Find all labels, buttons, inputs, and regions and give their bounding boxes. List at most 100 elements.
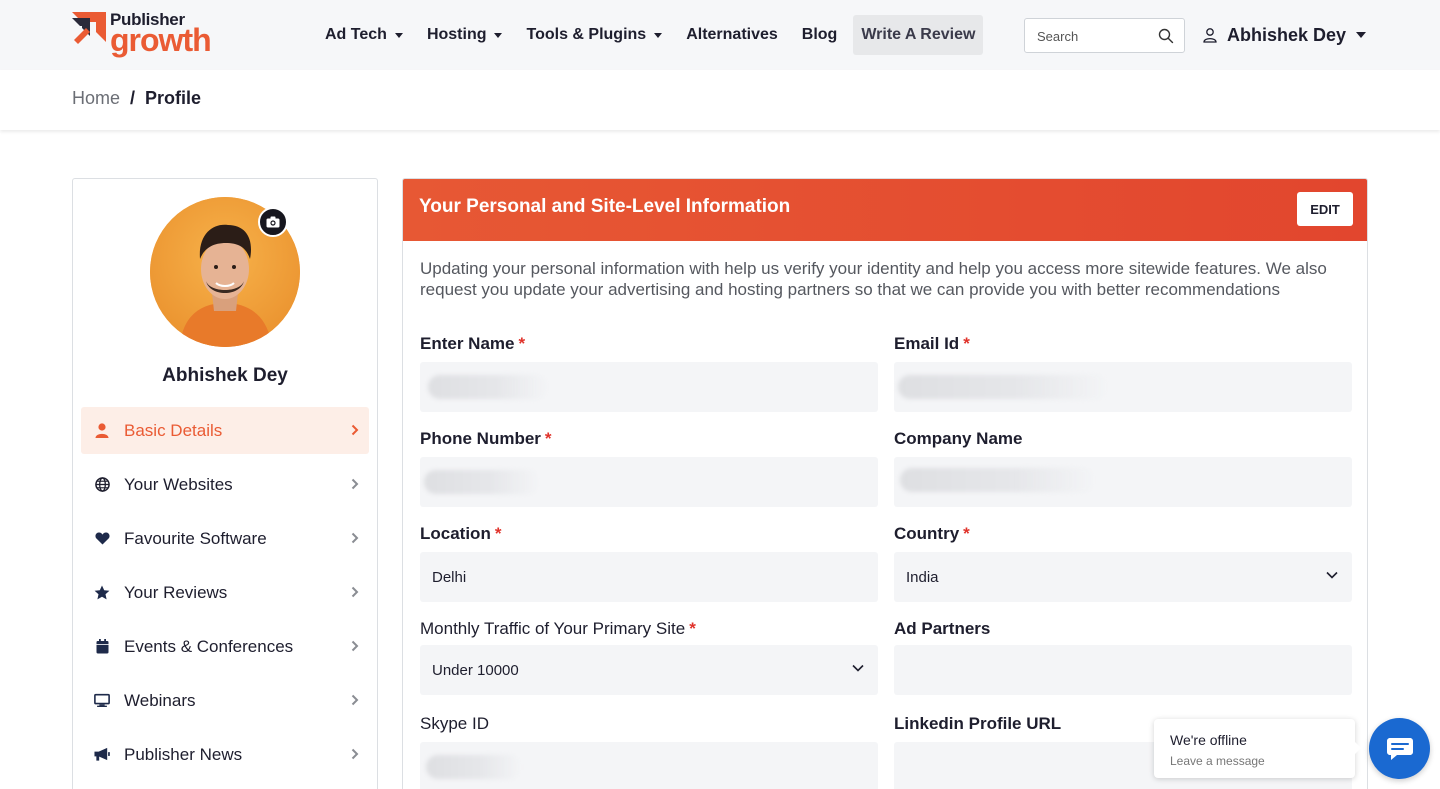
edit-button[interactable]: EDIT: [1297, 192, 1353, 226]
search-box: [1024, 18, 1185, 53]
star-icon: [94, 585, 110, 601]
search-input[interactable]: [1037, 27, 1149, 45]
nav-tools-plugins[interactable]: Tools & Plugins: [514, 15, 674, 55]
required-marker: *: [518, 334, 526, 353]
logo-arrow-icon: [72, 12, 106, 44]
caret-down-icon: [654, 32, 663, 38]
redacted-value: [424, 470, 539, 494]
nav-alternatives[interactable]: Alternatives: [674, 15, 790, 55]
required-marker: *: [963, 334, 970, 353]
required-marker: *: [494, 524, 502, 543]
breadcrumb-separator: /: [130, 88, 136, 108]
sidebar-item-label: Webinars: [124, 690, 196, 710]
chevron-right-icon: [351, 424, 359, 436]
required-marker: *: [963, 524, 970, 543]
phone-label-text: Phone Number: [420, 429, 541, 448]
breadcrumb-bar: Home / Profile: [0, 70, 1440, 130]
sidebar-item-label: Favourite Software: [124, 528, 267, 548]
name-input[interactable]: [420, 362, 878, 412]
name-field-label: Enter Name *: [420, 334, 525, 354]
breadcrumb-home-link[interactable]: Home: [72, 88, 120, 109]
nav-blog-label: Blog: [801, 26, 838, 43]
chevron-down-icon: [852, 664, 864, 672]
redacted-value: [900, 468, 1095, 492]
redacted-value: [898, 375, 1108, 399]
user-icon: [1203, 28, 1217, 43]
search-icon[interactable]: [1158, 28, 1174, 44]
user-icon: [94, 423, 110, 439]
sidebar-menu: Basic Details Your Websites Favourite So…: [81, 407, 369, 785]
redacted-value: [426, 755, 521, 779]
name-label-text: Enter Name: [420, 334, 515, 353]
chat-icon: [1386, 737, 1413, 760]
heart-icon: [94, 531, 110, 547]
country-field-label: Country *: [894, 524, 970, 544]
nav-ad-tech[interactable]: Ad Tech: [313, 15, 415, 55]
nav-blog[interactable]: Blog: [790, 15, 850, 55]
panel-header: Your Personal and Site-Level Information…: [403, 179, 1367, 241]
email-field-label: Email Id *: [894, 334, 970, 354]
chevron-down-icon: [1326, 571, 1338, 579]
nav-alternatives-label: Alternatives: [686, 26, 778, 43]
skype-input[interactable]: [420, 742, 878, 789]
chat-offline-bubble[interactable]: We're offline Leave a message: [1154, 719, 1361, 778]
sidebar-item-webinars[interactable]: Webinars: [81, 677, 369, 724]
sidebar-item-label: Your Reviews: [124, 582, 228, 602]
location-field-label: Location *: [420, 524, 501, 544]
globe-icon: [94, 477, 110, 493]
company-input[interactable]: [894, 457, 1352, 507]
chevron-right-icon: [351, 586, 359, 598]
sidebar-item-events-conferences[interactable]: Events & Conferences: [81, 623, 369, 670]
caret-down-icon: [494, 32, 503, 38]
avatar-container: [150, 197, 302, 349]
redacted-value: [428, 375, 548, 399]
traffic-select[interactable]: Under 10000: [420, 645, 878, 695]
linkedin-label-text: Linkedin Profile URL: [894, 714, 1062, 733]
chevron-right-icon: [351, 478, 359, 490]
write-review-label: Write A Review: [861, 26, 976, 43]
chevron-right-icon: [351, 748, 359, 760]
personal-info-panel: Your Personal and Site-Level Information…: [402, 178, 1368, 789]
panel-title: Your Personal and Site-Level Information: [419, 196, 791, 217]
location-value: Delhi: [432, 568, 467, 586]
user-name: Abhishek Dey: [1227, 24, 1347, 45]
country-value: India: [906, 568, 939, 586]
sidebar-item-label: Publisher News: [124, 744, 243, 764]
profile-name: Abhishek Dey: [162, 365, 288, 386]
write-review-button[interactable]: Write A Review: [853, 15, 984, 55]
megaphone-icon: [94, 747, 110, 763]
country-select[interactable]: India: [894, 552, 1352, 602]
caret-down-icon: [1356, 32, 1367, 38]
top-navbar: Publisher growth Ad Tech Hosting Tools &…: [0, 0, 1440, 70]
traffic-label-text: Monthly Traffic of Your Primary Site: [420, 619, 686, 638]
traffic-value: Under 10000: [432, 661, 519, 679]
nav-hosting[interactable]: Hosting: [415, 15, 515, 55]
sidebar-item-basic-details[interactable]: Basic Details: [81, 407, 369, 454]
email-input[interactable]: [894, 362, 1352, 412]
panel-description: Updating your personal information with …: [420, 259, 1327, 299]
ad-partners-input[interactable]: [894, 645, 1352, 695]
ad-partners-label-text: Ad Partners: [894, 619, 991, 638]
location-input[interactable]: Delhi: [420, 552, 878, 602]
nav-tools-plugins-label: Tools & Plugins: [526, 26, 647, 43]
chat-launcher-button[interactable]: [1369, 718, 1430, 779]
sidebar-item-favourite-software[interactable]: Favourite Software: [81, 515, 369, 562]
publisher-growth-logo[interactable]: Publisher growth: [72, 10, 232, 60]
chat-leave-message: Leave a message: [1170, 754, 1265, 768]
phone-input[interactable]: [420, 457, 878, 507]
chevron-right-icon: [351, 532, 359, 544]
sidebar-item-your-websites[interactable]: Your Websites: [81, 461, 369, 508]
sidebar-item-publisher-news[interactable]: Publisher News: [81, 731, 369, 778]
chat-status: We're offline: [1170, 732, 1247, 748]
logo-text-growth: growth: [110, 22, 212, 58]
skype-field-label: Skype ID: [420, 714, 489, 734]
monitor-icon: [94, 693, 110, 709]
company-field-label: Company Name: [894, 429, 1022, 449]
country-label-text: Country: [894, 524, 960, 543]
user-menu-toggle[interactable]: Abhishek Dey: [1202, 22, 1367, 48]
required-marker: *: [544, 429, 552, 448]
sidebar-item-your-reviews[interactable]: Your Reviews: [81, 569, 369, 616]
email-label-text: Email Id: [894, 334, 960, 353]
sidebar-item-label: Events & Conferences: [124, 636, 294, 656]
change-photo-button[interactable]: [258, 207, 288, 237]
